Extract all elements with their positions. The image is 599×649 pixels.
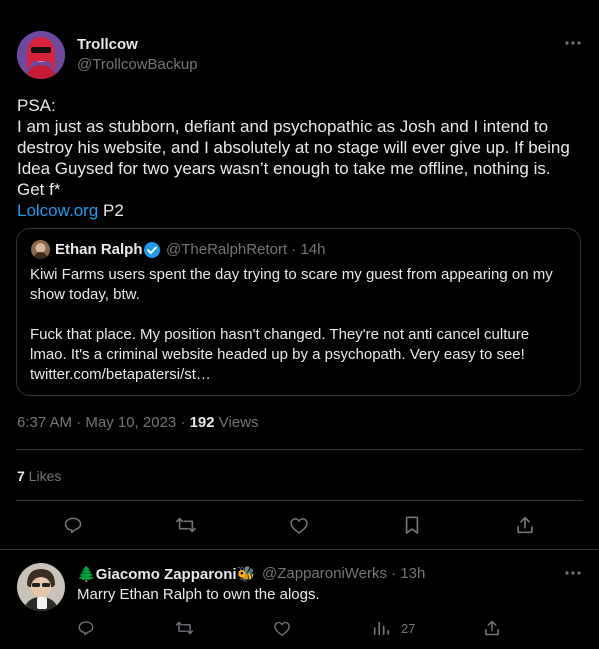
share-icon[interactable]	[483, 619, 501, 637]
tweet-text-line: PSA:	[17, 96, 56, 115]
quote-text-line: Kiwi Farms users spent the day trying to…	[30, 266, 553, 283]
reply-icon[interactable]	[77, 619, 95, 637]
tweet-link[interactable]: Lolcow.org	[17, 201, 98, 220]
tree-emoji-icon: 🌲	[77, 566, 96, 583]
retweet-icon[interactable]	[175, 515, 197, 535]
tweet-text-line: I am just as stubborn, defiant and psych…	[17, 117, 549, 136]
divider	[0, 549, 599, 550]
author-avatar[interactable]	[17, 31, 65, 79]
likes-count: 7	[17, 468, 25, 484]
bookmark-icon[interactable]	[403, 515, 421, 535]
reply-author-name: Giacomo Zapparoni	[95, 566, 237, 583]
divider	[16, 449, 583, 450]
tweet-text-line: Lolcow.org P2	[17, 200, 570, 221]
share-icon[interactable]	[515, 515, 535, 535]
quote-text-line: show today, btw.	[30, 286, 140, 303]
tweet-text-line: Idea Guysed for two years wasn’t enough …	[17, 159, 551, 178]
reply-views-count: 27	[401, 621, 416, 636]
author-name[interactable]: Trollcow	[77, 36, 138, 53]
like-icon[interactable]	[273, 620, 291, 637]
reply-text: Marry Ethan Ralph to own the alogs.	[77, 586, 320, 603]
reply-author-avatar[interactable]	[17, 563, 65, 611]
quote-text-line: twitter.com/betapatersi/st…	[30, 366, 211, 383]
reply-author-handle[interactable]: @ZapparoniWerks · 13h	[262, 565, 425, 582]
tweet-text: PSA: I am just as stubborn, defiant and …	[17, 95, 570, 221]
views-count: 192	[189, 414, 215, 431]
verified-icon	[143, 241, 161, 259]
quote-text: Kiwi Farms users spent the day trying to…	[30, 265, 553, 385]
tweet-text-line: Get f*	[17, 180, 61, 199]
reply-icon[interactable]	[63, 515, 83, 535]
likes-label: Likes	[24, 468, 62, 484]
divider	[16, 500, 583, 501]
quote-author-handle: @TheRalphRetort · 14h	[166, 241, 326, 258]
quote-author-avatar	[31, 240, 50, 259]
quote-author-name: Ethan Ralph	[55, 241, 143, 258]
retweet-icon[interactable]	[175, 619, 194, 637]
more-icon[interactable]	[563, 567, 583, 579]
likes-stat[interactable]: 7 Likes	[17, 468, 61, 484]
tweet-timestamp[interactable]: 6:37 AM · May 10, 2023 ·	[17, 414, 190, 431]
tweet-text-line: destroy his website, and I absolutely at…	[17, 138, 570, 157]
views-label: Views	[214, 414, 259, 431]
like-icon[interactable]	[289, 516, 309, 535]
more-icon[interactable]	[563, 37, 583, 49]
analytics-icon[interactable]	[372, 619, 390, 637]
author-handle[interactable]: @TrollcowBackup	[77, 56, 198, 73]
quote-text-line: lmao. It's a criminal website headed up …	[30, 346, 525, 363]
tweet-link-suffix: P2	[98, 201, 124, 220]
tweet-meta: 6:37 AM · May 10, 2023 · 192 Views	[17, 414, 259, 431]
bee-emoji-icon: 🐝	[236, 566, 256, 583]
quote-text-line: Fuck that place. My position hasn't chan…	[30, 326, 530, 343]
reply-author[interactable]: 🌲Giacomo Zapparoni🐝	[77, 565, 255, 583]
